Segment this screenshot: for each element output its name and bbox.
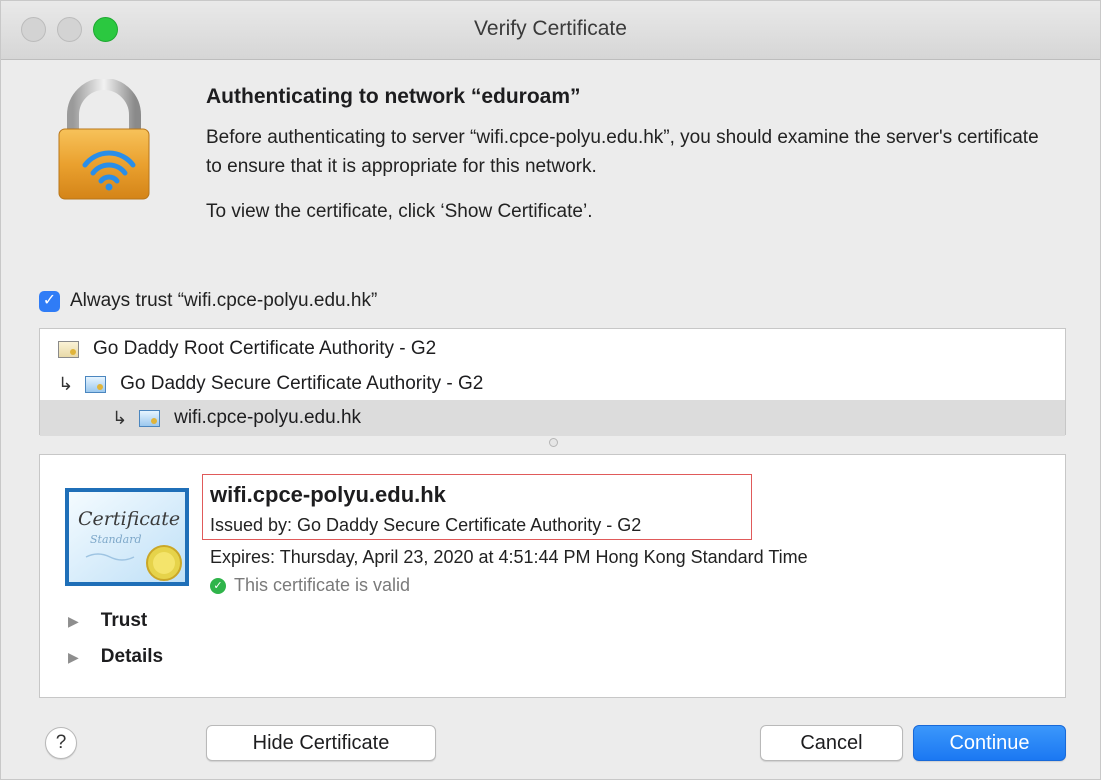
certificate-status-label: This certificate is valid: [234, 575, 411, 595]
certificate-badge-title: Certificate: [78, 508, 180, 530]
certificate-icon: [85, 375, 107, 393]
certificate-name: wifi.cpce-polyu.edu.hk: [210, 482, 446, 507]
trust-disclosure[interactable]: ▶ Trust: [68, 610, 147, 632]
certificate-badge-icon: Certificate Standard: [64, 487, 190, 592]
trust-label: Trust: [100, 610, 148, 631]
certificate-status: ✓ This certificate is valid: [210, 575, 410, 596]
certificate-expires: Expires: Thursday, April 23, 2020 at 4:5…: [210, 547, 808, 567]
certificate-issuer: Issued by: Go Daddy Secure Certificate A…: [210, 515, 642, 535]
chain-item-label: Go Daddy Secure Certificate Authority - …: [120, 373, 484, 394]
details-disclosure[interactable]: ▶ Details: [68, 646, 163, 668]
continue-button[interactable]: Continue: [913, 725, 1066, 761]
details-label: Details: [100, 646, 164, 667]
always-trust-checkbox[interactable]: ✓: [39, 290, 60, 312]
help-button[interactable]: ?: [45, 727, 77, 759]
disclosure-triangle-icon: ▶: [68, 648, 79, 665]
dialog-heading: Authenticating to network “eduroam”: [206, 85, 581, 108]
window-title: Verify Certificate: [474, 17, 627, 40]
dialog-message: Before authenticating to server “wifi.cp…: [206, 127, 1039, 177]
certificate-badge-subtitle: Standard: [90, 533, 142, 546]
child-arrow-icon: ↳: [112, 407, 128, 428]
chain-item-leaf[interactable]: ↳ wifi.cpce-polyu.edu.hk: [40, 400, 1065, 436]
lock-wifi-icon: [49, 78, 159, 208]
chain-item-label: wifi.cpce-polyu.edu.hk: [174, 407, 362, 428]
hide-certificate-button[interactable]: Hide Certificate: [206, 725, 436, 761]
certificate-detail-panel: Certificate Standard wifi.cpce-polyu.edu…: [39, 454, 1066, 698]
certificate-icon: [58, 340, 79, 358]
always-trust-row[interactable]: ✓ Always trust “wifi.cpce-polyu.edu.hk”: [39, 290, 377, 312]
verify-certificate-dialog: Verify Certificate Authenticating to net…: [0, 0, 1101, 780]
split-view-handle[interactable]: [549, 438, 558, 447]
title-bar: Verify Certificate: [1, 1, 1100, 60]
certificate-chain-list[interactable]: Go Daddy Root Certificate Authority - G2…: [39, 328, 1066, 436]
chain-item-root[interactable]: Go Daddy Root Certificate Authority - G2: [40, 331, 1065, 367]
chain-item-label: Go Daddy Root Certificate Authority - G2: [93, 338, 437, 359]
check-circle-icon: ✓: [210, 577, 226, 594]
cancel-button[interactable]: Cancel: [760, 725, 903, 761]
always-trust-label: Always trust “wifi.cpce-polyu.edu.hk”: [70, 290, 378, 311]
disclosure-triangle-icon: ▶: [68, 612, 79, 629]
child-arrow-icon: ↳: [58, 373, 74, 394]
certificate-icon: [139, 409, 161, 427]
chain-item-intermediate[interactable]: ↳ Go Daddy Secure Certificate Authority …: [40, 366, 1065, 402]
dialog-hint: To view the certificate, click ‘Show Cer…: [206, 201, 593, 222]
